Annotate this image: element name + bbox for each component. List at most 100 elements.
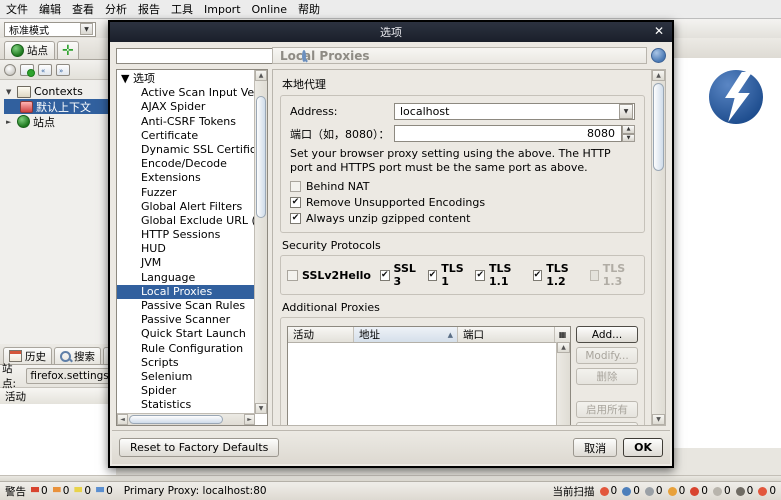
table-column-chooser-icon[interactable]: ▦: [555, 327, 570, 342]
scroll-thumb[interactable]: [256, 96, 266, 218]
dialog-title-bar[interactable]: 选项 ✕: [110, 22, 672, 42]
additional-proxies-table[interactable]: 活动 地址 ▲ 端口 ▦ ▲ ▼: [287, 326, 571, 425]
scroll-up-icon[interactable]: ▲: [557, 342, 570, 353]
scroll-up-icon[interactable]: ▲: [255, 70, 267, 81]
spinner-up-icon[interactable]: ▲: [622, 125, 635, 134]
menu-item-edit[interactable]: 编辑: [39, 1, 61, 17]
panel-vscrollbar[interactable]: ▲ ▼: [651, 70, 665, 425]
options-tree-item-passive-scan-rules[interactable]: Passive Scan Rules: [117, 299, 267, 313]
checkbox-ssl3[interactable]: ✔ SSL 3: [379, 262, 419, 288]
checkbox-tls11[interactable]: ✔ TLS 1.1: [475, 262, 523, 288]
menu-item-file[interactable]: 文件: [6, 1, 28, 17]
tab-sites[interactable]: 站点: [4, 41, 55, 59]
expand-all-icon[interactable]: «: [38, 63, 52, 76]
status-scan-item[interactable]: 0: [622, 485, 640, 497]
chevron-down-icon[interactable]: ▼: [121, 72, 129, 85]
checkbox-icon[interactable]: ✔: [475, 269, 486, 281]
spinner-down-icon[interactable]: ▼: [622, 133, 635, 142]
checkbox-behind-nat[interactable]: Behind NAT: [290, 180, 635, 193]
port-spinner[interactable]: 8080 ▲ ▼: [394, 125, 635, 142]
options-tree-item-anti-csrf-tokens[interactable]: Anti-CSRF Tokens: [117, 115, 267, 129]
options-tree-item-statistics[interactable]: Statistics: [117, 398, 267, 412]
close-icon[interactable]: ✕: [654, 25, 664, 37]
options-tree-item-extensions[interactable]: Extensions: [117, 171, 267, 185]
status-scan-item[interactable]: 0: [644, 485, 663, 497]
tree-node-default-context[interactable]: 默认上下文: [4, 99, 116, 114]
options-tree-item-fuzzer[interactable]: Fuzzer: [117, 186, 267, 200]
target-icon[interactable]: [4, 63, 16, 76]
scroll-down-icon[interactable]: ▼: [652, 414, 665, 425]
status-scan-item[interactable]: 0: [712, 485, 731, 497]
status-flag-orange[interactable]: 0: [52, 485, 69, 497]
table-vscrollbar[interactable]: ▲ ▼: [556, 342, 570, 425]
checkbox-icon[interactable]: ✔: [379, 269, 390, 281]
column-header-active[interactable]: 活动: [288, 327, 354, 342]
options-tree[interactable]: ▼ 选项 Active Scan Input Vector AJAX Spide…: [116, 69, 268, 426]
cancel-button[interactable]: 取消: [573, 438, 618, 457]
status-scan-item[interactable]: 0: [599, 485, 617, 497]
mode-selector[interactable]: 标准模式 ▼: [4, 21, 96, 37]
scroll-down-icon[interactable]: ▼: [255, 403, 267, 414]
checkbox-icon[interactable]: [287, 269, 299, 281]
chevron-down-icon[interactable]: ▼: [6, 88, 14, 96]
scroll-up-icon[interactable]: ▲: [652, 70, 665, 81]
options-tree-item-global-exclude-url[interactable]: Global Exclude URL (Beta: [117, 214, 267, 228]
checkbox-tls1[interactable]: ✔ TLS 1: [427, 262, 467, 288]
menu-item-report[interactable]: 报告: [138, 1, 160, 17]
chevron-down-icon[interactable]: ▼: [80, 23, 93, 35]
add-proxy-button[interactable]: Add...: [576, 326, 638, 343]
options-tree-item-quick-start-launch[interactable]: Quick Start Launch: [117, 327, 267, 341]
options-tree-item-local-proxies[interactable]: Local Proxies: [117, 284, 267, 299]
options-tree-item-language[interactable]: Language: [117, 271, 267, 285]
filter-value[interactable]: firefox.settings.se: [26, 368, 116, 384]
column-header-port[interactable]: 端口: [458, 327, 555, 342]
scroll-thumb[interactable]: [653, 83, 664, 171]
options-tree-item-scripts[interactable]: Scripts: [117, 356, 267, 370]
scroll-right-icon[interactable]: ►: [244, 414, 255, 425]
checkbox-icon[interactable]: ✔: [532, 269, 543, 281]
options-tree-item-selenium[interactable]: Selenium: [117, 370, 267, 384]
add-tab-button[interactable]: ✛: [57, 41, 79, 59]
new-context-icon[interactable]: [20, 63, 35, 77]
collapse-all-icon[interactable]: »: [56, 63, 70, 76]
options-tree-item-http-sessions[interactable]: HTTP Sessions: [117, 228, 267, 242]
options-tree-root[interactable]: ▼ 选项: [117, 72, 267, 86]
options-tree-item-dynamic-ssl-certificates[interactable]: Dynamic SSL Certificates: [117, 143, 267, 157]
status-flag-red[interactable]: 0: [31, 485, 48, 497]
reset-to-factory-defaults-button[interactable]: Reset to Factory Defaults: [119, 438, 280, 457]
options-tree-item-hud[interactable]: HUD: [117, 242, 267, 256]
ok-button[interactable]: OK: [623, 438, 663, 457]
search-icon[interactable]: [302, 50, 306, 62]
options-tree-item-global-alert-filters[interactable]: Global Alert Filters: [117, 200, 267, 214]
checkbox-remove-unsupported-encodings[interactable]: ✔ Remove Unsupported Encodings: [290, 196, 635, 209]
port-spinner-buttons[interactable]: ▲ ▼: [622, 125, 635, 142]
status-flag-yellow[interactable]: 0: [74, 485, 91, 497]
checkbox-icon[interactable]: ✔: [290, 213, 301, 224]
checkbox-icon[interactable]: [290, 181, 301, 192]
checkbox-always-unzip-gzipped[interactable]: ✔ Always unzip gzipped content: [290, 212, 635, 225]
checkbox-icon[interactable]: ✔: [427, 269, 438, 281]
address-combo[interactable]: localhost ▼: [394, 103, 635, 120]
status-scan-item[interactable]: 0: [735, 485, 753, 497]
checkbox-icon[interactable]: ✔: [290, 197, 301, 208]
chevron-down-icon[interactable]: ▼: [619, 104, 633, 119]
options-tree-item-active-scan-input-vector[interactable]: Active Scan Input Vector: [117, 86, 267, 100]
status-scan-item[interactable]: 0: [667, 485, 685, 497]
options-tree-item-ajax-spider[interactable]: AJAX Spider: [117, 100, 267, 114]
menu-item-view[interactable]: 查看: [72, 1, 94, 17]
menu-item-tools[interactable]: 工具: [171, 1, 193, 17]
chevron-right-icon[interactable]: ►: [6, 118, 14, 126]
options-tree-hscrollbar[interactable]: ◄ ►: [117, 413, 255, 425]
checkbox-tls12[interactable]: ✔ TLS 1.2: [532, 262, 581, 288]
scroll-left-icon[interactable]: ◄: [117, 414, 128, 425]
menu-item-help[interactable]: 帮助: [298, 1, 320, 17]
options-tree-item-spider[interactable]: Spider: [117, 384, 267, 398]
options-tree-item-passive-scanner[interactable]: Passive Scanner: [117, 313, 267, 327]
tree-node-sites[interactable]: ► 站点: [4, 114, 116, 129]
status-scan-item[interactable]: 0: [690, 485, 708, 497]
tab-search[interactable]: 搜索: [54, 347, 101, 364]
menu-item-import[interactable]: Import: [204, 3, 241, 16]
help-globe-icon[interactable]: [651, 48, 666, 63]
options-tree-item-certificate[interactable]: Certificate: [117, 129, 267, 143]
menu-item-analyse[interactable]: 分析: [105, 1, 127, 17]
